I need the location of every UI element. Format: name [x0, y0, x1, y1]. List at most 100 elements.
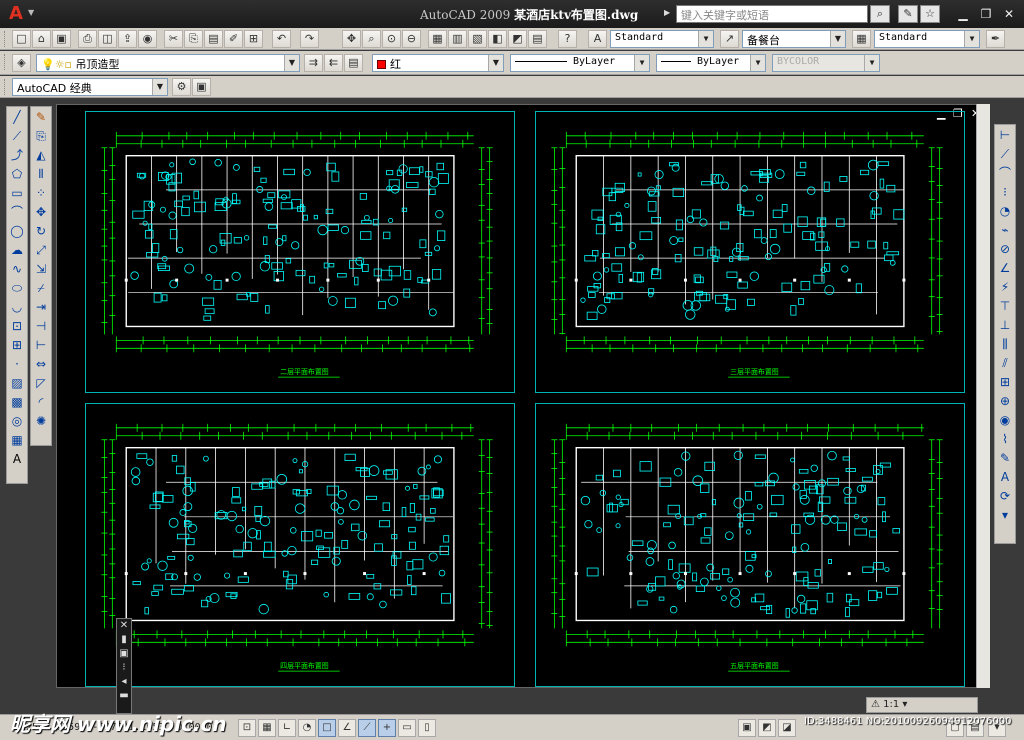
arc-length-icon[interactable]: ⌒	[996, 164, 1014, 182]
copy-icon[interactable]: ⎘	[184, 30, 203, 48]
offset-icon[interactable]: ⫴	[32, 165, 50, 183]
tolerance-icon[interactable]: ⊞	[996, 373, 1014, 391]
linear-dimension-icon[interactable]: ⊢	[996, 126, 1014, 144]
layout-1-icon[interactable]: ◩	[758, 719, 776, 737]
search-icon[interactable]: ⌕	[870, 5, 890, 23]
erase-icon[interactable]: ✎	[32, 108, 50, 126]
menu-browser-caret-icon[interactable]: ▼	[28, 8, 34, 17]
chevron-down-icon[interactable]: ▼	[488, 55, 503, 71]
dimension-update-icon[interactable]: ⟳	[996, 487, 1014, 505]
favorites-star-icon[interactable]: ☆	[920, 5, 940, 23]
dim-style-select[interactable]: 备餐台 ▼	[742, 30, 846, 48]
match-properties-icon[interactable]: ✐	[224, 30, 243, 48]
chamfer-icon[interactable]: ◸	[32, 374, 50, 392]
infocenter-caret-icon[interactable]: ▶	[664, 8, 670, 17]
redo-icon[interactable]: ↷	[300, 30, 319, 48]
lineweight-toggle-icon[interactable]: ▭	[398, 719, 416, 737]
block-editor-icon[interactable]: ⊞	[244, 30, 263, 48]
mirror-icon[interactable]: ◭	[32, 146, 50, 164]
toolbar-grip[interactable]	[4, 79, 7, 95]
minimize-button[interactable]: ▁	[955, 7, 971, 21]
model-space-icon[interactable]: ▣	[738, 719, 756, 737]
publish-icon[interactable]: ⇪	[118, 30, 137, 48]
trim-icon[interactable]: ⌿	[32, 279, 50, 297]
text-style-select[interactable]: Standard ▼	[610, 30, 714, 48]
palette-auto-hide-icon[interactable]: ◂	[117, 675, 131, 689]
zoom-window-icon[interactable]: ⊙	[382, 30, 401, 48]
workspace-select[interactable]: AutoCAD 经典 ▼	[12, 78, 168, 96]
cut-icon[interactable]: ✂	[164, 30, 183, 48]
hatch-icon[interactable]: ▨	[8, 374, 26, 392]
zoom-previous-icon[interactable]: ⊖	[402, 30, 421, 48]
layer-select[interactable]: 💡☼▫ 吊顶造型 ▼	[36, 54, 300, 72]
dimension-text-edit-icon[interactable]: A	[996, 468, 1014, 486]
ellipse-arc-icon[interactable]: ◡	[8, 298, 26, 316]
ortho-mode-icon[interactable]: ∟	[278, 719, 296, 737]
break-icon[interactable]: ⊢	[32, 336, 50, 354]
join-icon[interactable]: ⇔	[32, 355, 50, 373]
zoom-realtime-icon[interactable]: ⌕	[362, 30, 381, 48]
jogged-icon[interactable]: ⌁	[996, 221, 1014, 239]
multileader-style-icon[interactable]: ✒	[986, 30, 1005, 48]
viewport-floor-2[interactable]: 二层平面布置图	[85, 111, 515, 393]
line-icon[interactable]: ╱	[8, 108, 26, 126]
object-snap-icon[interactable]: □	[318, 719, 336, 737]
aligned-dimension-icon[interactable]: ⟋	[996, 145, 1014, 163]
annotation-scale[interactable]: ⚠ 1:1 ▾	[866, 697, 978, 713]
palette-close-icon[interactable]: ✕	[117, 619, 131, 633]
dynamic-input-icon[interactable]: +	[378, 719, 396, 737]
toolbar-grip[interactable]	[4, 31, 7, 47]
insert-block-icon[interactable]: ⊡	[8, 317, 26, 335]
paste-icon[interactable]: ▤	[204, 30, 223, 48]
gradient-icon[interactable]: ▩	[8, 393, 26, 411]
new-file-icon[interactable]: □	[12, 30, 31, 48]
rotate-icon[interactable]: ↻	[32, 222, 50, 240]
dim-style-icon[interactable]: ↗	[720, 30, 739, 48]
polygon-icon[interactable]: ⬠	[8, 165, 26, 183]
dim-break-icon[interactable]: ⫽	[996, 354, 1014, 372]
scale-icon[interactable]: ⤢	[32, 241, 50, 259]
chevron-down-icon[interactable]: ▼	[698, 31, 713, 47]
arc-icon[interactable]: ⌒	[8, 203, 26, 221]
quickcalc-icon[interactable]: ▤	[528, 30, 547, 48]
make-block-icon[interactable]: ⊞	[8, 336, 26, 354]
object-snap-tracking-icon[interactable]: ∠	[338, 719, 356, 737]
sheet-set-icon[interactable]: ◧	[488, 30, 507, 48]
linetype-select[interactable]: ByLayer ▼	[510, 54, 650, 72]
vertical-scrollbar[interactable]	[976, 104, 990, 688]
inspection-icon[interactable]: ◉	[996, 411, 1014, 429]
construction-line-icon[interactable]: ⟋	[8, 127, 26, 145]
toolbar-grip[interactable]	[4, 54, 7, 70]
table-style-icon[interactable]: ▦	[852, 30, 871, 48]
extend-icon[interactable]: ⇥	[32, 298, 50, 316]
lineweight-select[interactable]: ByLayer ▼	[656, 54, 766, 72]
point-icon[interactable]: ·	[8, 355, 26, 373]
markup-icon[interactable]: ◩	[508, 30, 527, 48]
region-icon[interactable]: ◎	[8, 412, 26, 430]
diameter-icon[interactable]: ⊘	[996, 240, 1014, 258]
communication-center-icon[interactable]: ✎	[898, 5, 918, 23]
viewport-floor-3[interactable]: 三层平面布置图	[535, 111, 965, 393]
layout-2-icon[interactable]: ◪	[778, 719, 796, 737]
open-file-icon[interactable]: ⌂	[32, 30, 51, 48]
viewport-floor-4[interactable]: 四层平面布置图	[85, 403, 515, 687]
workspace-settings-icon[interactable]: ⚙	[172, 78, 191, 96]
palette-properties-icon[interactable]: ▮	[117, 633, 131, 647]
plot-preview-icon[interactable]: ◫	[98, 30, 117, 48]
make-current-layer-icon[interactable]: ⇉	[304, 54, 323, 72]
rectangle-icon[interactable]: ▭	[8, 184, 26, 202]
palette-dots-icon[interactable]: ⁝	[117, 661, 131, 675]
array-icon[interactable]: ⁘	[32, 184, 50, 202]
close-button[interactable]: ✕	[1001, 7, 1017, 21]
infocenter-search-input[interactable]: 键入关键字或短语	[676, 5, 868, 23]
pan-icon[interactable]: ✥	[342, 30, 361, 48]
dim-space-icon[interactable]: ⫼	[996, 335, 1014, 353]
palette-grip-icon[interactable]: ▬	[117, 689, 131, 703]
polyline-icon[interactable]: ⤴	[8, 146, 26, 164]
chevron-down-icon[interactable]: ▼	[750, 55, 765, 71]
print-icon[interactable]: ⎙	[78, 30, 97, 48]
polar-tracking-icon[interactable]: ◔	[298, 719, 316, 737]
dimension-style-icon[interactable]: ▾	[996, 506, 1014, 524]
break-at-point-icon[interactable]: ⊣	[32, 317, 50, 335]
spline-icon[interactable]: ∿	[8, 260, 26, 278]
